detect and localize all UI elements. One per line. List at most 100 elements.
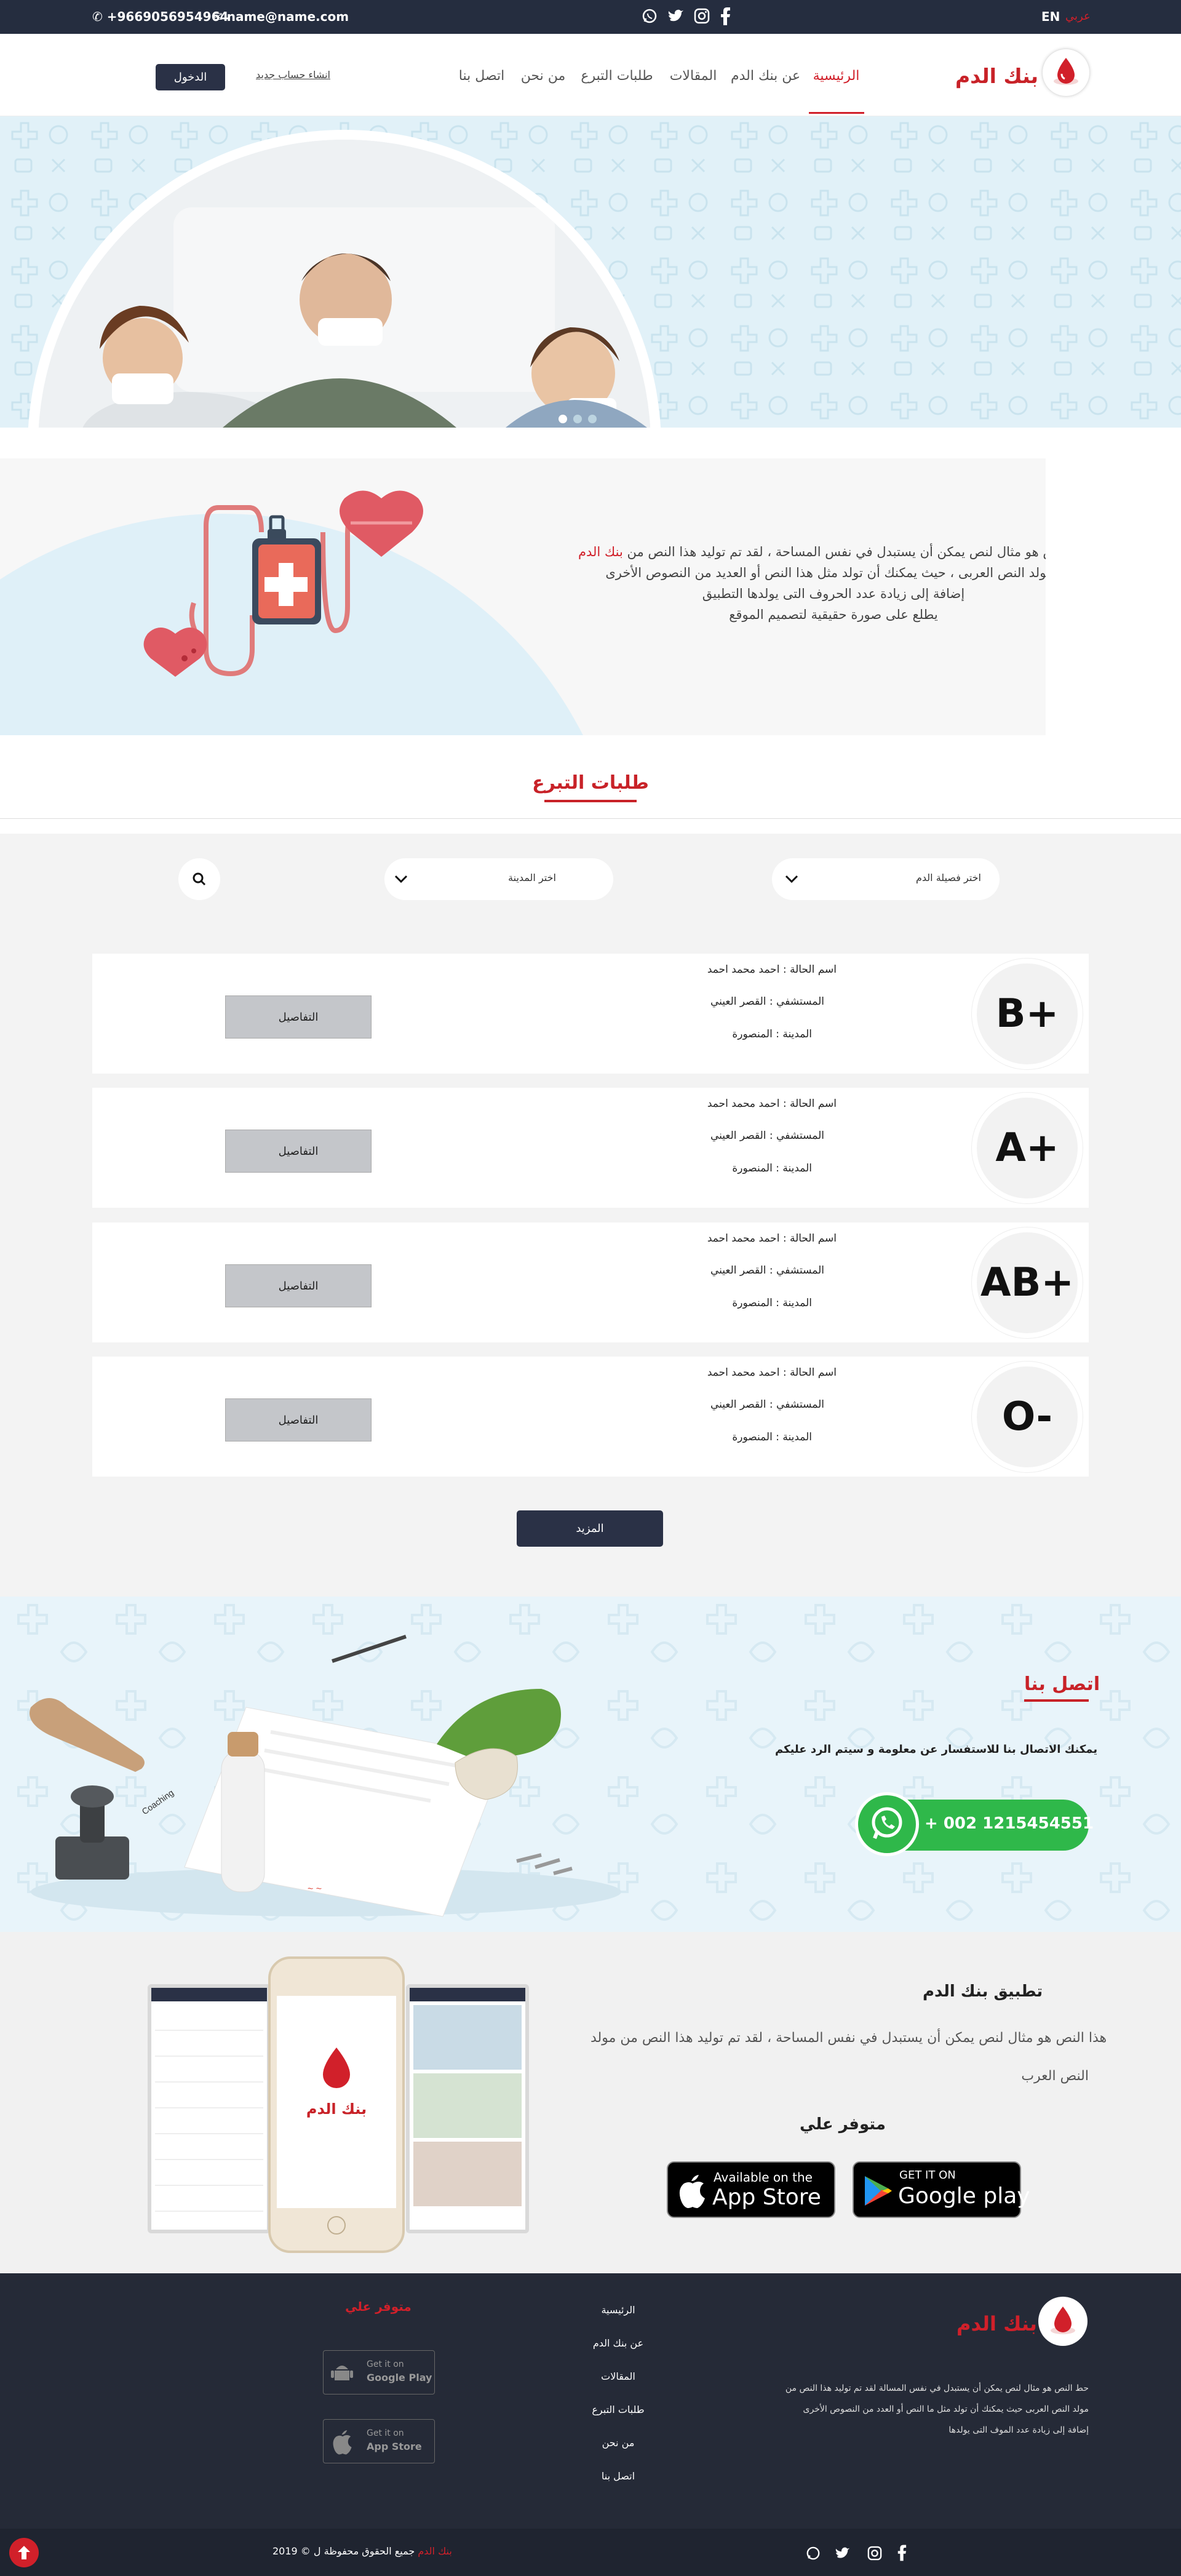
app-store-small-text: Available on the (714, 2170, 813, 2185)
city-name: المدينة : المنصورة (732, 1431, 812, 1443)
patient-name: اسم الحالة : احمد محمد احمد (707, 1098, 837, 1110)
details-button[interactable]: التفاصيل (225, 1130, 372, 1173)
phone-mockup-right (406, 1984, 529, 2233)
about-text: هذا النص هو مثال لنص يمكن أن يستبدل في ن… (578, 544, 1046, 622)
nav-about-us[interactable]: من نحن (520, 68, 566, 84)
footer: بنك الدم حط النص هو مثال لنص يمكن أن يست… (0, 2273, 1181, 2576)
phone-icon: ✆ (92, 9, 103, 24)
copyright-prefix: جميع الحقوق محفوظة ل (313, 2545, 415, 2557)
whatsapp-icon[interactable] (855, 1792, 919, 1856)
app-store-badge[interactable]: Available on the App Store (667, 2161, 835, 2218)
lang-ar-link[interactable]: عربي (1065, 10, 1091, 23)
about-line-4: يطلع على صورة حقيقية لتصميم الموقع (729, 607, 938, 622)
nav-active-underline (809, 112, 864, 114)
logo-text[interactable]: بنك الدم (955, 64, 1038, 88)
nav-about-bank[interactable]: عن بنك الدم (731, 68, 800, 84)
register-link[interactable]: انشاء حساب جديد (256, 69, 330, 81)
instagram-icon[interactable] (694, 8, 711, 25)
google-play-small-text: GET IT ON (899, 2169, 956, 2182)
blood-type-badge: O- (972, 1362, 1083, 1472)
apple-icon (679, 2175, 705, 2208)
details-button[interactable]: التفاصيل (225, 995, 372, 1039)
details-button[interactable]: التفاصيل (225, 1398, 372, 1442)
search-icon (193, 872, 206, 886)
copyright-brand: بنك الدم (418, 2545, 452, 2557)
login-button[interactable]: الدخول (156, 64, 225, 90)
footer-logo-text[interactable]: بنك الدم (956, 2312, 1037, 2335)
contact-title: اتصل بنا (1024, 1673, 1100, 1695)
about-highlight: بنك الدم (578, 544, 623, 559)
about-section: هذا النص هو مثال لنص يمكن أن يستبدل في ن… (0, 458, 1046, 735)
blood-type-select-label: اختر فصيلة الدم (915, 872, 981, 883)
blood-type-badge: AB+ (972, 1227, 1083, 1338)
requests-divider (0, 818, 1181, 819)
search-button[interactable] (178, 858, 220, 900)
hospital-name: المستشفي : القصر العيني (710, 1130, 824, 1142)
arrow-up-icon (18, 2546, 30, 2559)
footer-gp-big-text: Google Play (367, 2372, 432, 2383)
footer-link-about-bank[interactable]: عن بنك الدم (557, 2337, 680, 2371)
logo-icon[interactable] (1043, 49, 1089, 96)
phone-mockup-left (148, 1984, 271, 2233)
facebook-icon[interactable] (897, 2544, 908, 2561)
slider-dot-2[interactable] (573, 415, 582, 423)
phone-logo-text: بنك الدم (306, 2100, 367, 2118)
chevron-down-icon (394, 875, 408, 883)
more-button[interactable]: المزيد (517, 1510, 663, 1547)
contact-section: ~ ~ Coaching اتصل بنا يمكنك الاتصال بنا … (0, 1597, 1181, 1932)
slider-dot-3[interactable] (588, 415, 597, 423)
footer-app-store-link[interactable]: Get it on App Store (323, 2419, 435, 2463)
instagram-icon[interactable] (867, 2546, 882, 2561)
about-line-1: هذا النص هو مثال لنص يمكن أن يستبدل في ن… (578, 544, 1046, 559)
twitter-icon[interactable] (668, 8, 685, 25)
footer-desc-line-1: حط النص هو مثال لنص يمكن أن يستبدل في نف… (785, 2383, 1089, 2393)
phone-mockup-center: بنك الدم (268, 1956, 405, 2253)
footer-available-label: متوفر علي (345, 2299, 412, 2314)
footer-logo-icon[interactable] (1038, 2297, 1088, 2346)
footer-link-home[interactable]: الرئيسية (557, 2304, 680, 2337)
slider-dot-1[interactable] (559, 415, 567, 423)
contact-title-underline (1024, 1699, 1089, 1702)
city-name: المدينة : المنصورة (732, 1297, 812, 1309)
footer-links: الرئيسية عن بنك الدم المقالات طلبات التب… (557, 2304, 680, 2503)
footer-link-requests[interactable]: طلبات التبرع (557, 2404, 680, 2437)
details-button[interactable]: التفاصيل (225, 1264, 372, 1307)
blood-type-select[interactable]: اختر فصيلة الدم (772, 858, 1000, 900)
email-contact[interactable]: ✉ name@name.com (212, 9, 349, 24)
whatsapp-icon[interactable] (806, 2546, 821, 2561)
whatsapp-icon[interactable] (642, 8, 659, 25)
facebook-icon[interactable] (720, 7, 732, 25)
nav-donation-requests[interactable]: طلبات التبرع (579, 68, 654, 84)
footer-link-about-us[interactable]: من نحن (557, 2437, 680, 2470)
main-header: الدخول انشاء حساب جديد اتصل بنا من نحن ط… (0, 34, 1181, 116)
nav-home[interactable]: الرئيسية (810, 68, 862, 84)
phone-number: +9669056954964 (106, 9, 229, 24)
phone-contact[interactable]: ✆ +9669056954964 (92, 9, 228, 24)
contact-text: يمكنك الاتصال بنا للاستفسار عن معلومة و … (775, 1743, 1098, 1756)
chevron-down-icon (785, 875, 798, 883)
footer-bottom-bar (0, 2529, 1181, 2576)
city-name: المدينة : المنصورة (732, 1162, 812, 1174)
footer-link-articles[interactable]: المقالات (557, 2371, 680, 2404)
envelope-icon: ✉ (212, 9, 223, 24)
footer-google-play-link[interactable]: Get it on Google Play (323, 2350, 435, 2395)
city-select[interactable]: اختر المدينة (384, 858, 613, 900)
app-section: بنك الدم تطبيق بنك الدم هذا النص هو مثال… (0, 1932, 1181, 2273)
city-select-label: اختر المدينة (508, 872, 556, 883)
lang-en-link[interactable]: EN (1041, 9, 1060, 24)
footer-description: حط النص هو مثال لنص يمكن أن يستبدل في نف… (732, 2378, 1089, 2441)
copyright: 2019 © بنك الدم جميع الحقوق محفوظة ل (272, 2545, 452, 2557)
top-bar: ✆ +9669056954964 ✉ name@name.com EN عربي (0, 0, 1181, 34)
twitter-icon[interactable] (835, 2546, 851, 2561)
google-play-icon (865, 2176, 892, 2206)
footer-link-contact[interactable]: اتصل بنا (557, 2470, 680, 2503)
nav-articles[interactable]: المقالات (669, 68, 718, 84)
app-store-big-text: App Store (712, 2185, 821, 2210)
scroll-top-button[interactable] (9, 2538, 39, 2567)
google-play-badge[interactable]: GET IT ON Google play (853, 2161, 1030, 2218)
nav-contact[interactable]: اتصل بنا (454, 68, 509, 84)
patient-name: اسم الحالة : احمد محمد احمد (707, 1232, 837, 1245)
patient-name: اسم الحالة : احمد محمد احمد (707, 1366, 837, 1379)
phone-screen: بنك الدم (277, 1996, 396, 2208)
contact-desk-illustration: ~ ~ Coaching (30, 1635, 621, 1917)
